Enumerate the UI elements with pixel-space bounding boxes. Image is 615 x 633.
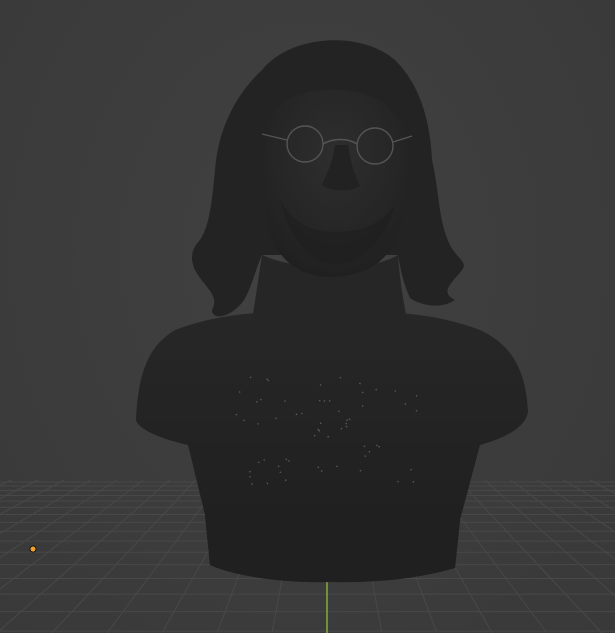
speckle: [319, 422, 322, 425]
grid-line: [510, 479, 615, 560]
speckle: [359, 382, 361, 385]
speckle: [328, 400, 331, 402]
viewport-canvas[interactable]: [0, 0, 615, 633]
speckle: [284, 479, 287, 482]
speckle: [249, 376, 252, 379]
speckle: [345, 422, 348, 425]
grid-line: [0, 479, 65, 515]
speckle: [320, 470, 323, 472]
speckle: [266, 378, 268, 380]
speckle: [404, 403, 407, 405]
speckle: [376, 444, 378, 447]
speckle: [323, 400, 326, 402]
grid-line: [0, 479, 39, 499]
speckle: [249, 476, 251, 478]
grid-line: [0, 479, 91, 535]
speckle: [345, 425, 348, 428]
speckle: [284, 400, 286, 402]
speckle: [319, 384, 322, 386]
origin-point-icon[interactable]: [29, 545, 37, 553]
speckle: [313, 434, 316, 437]
speckle: [327, 435, 329, 438]
speckle: [285, 458, 288, 461]
speckle: [267, 379, 270, 382]
speckle: [363, 445, 366, 447]
speckle: [394, 390, 397, 392]
speckle: [256, 401, 258, 403]
speckle: [301, 412, 303, 415]
speckle: [339, 376, 342, 379]
speckle: [243, 419, 245, 422]
speckle: [257, 461, 260, 464]
speckle: [249, 470, 251, 473]
speckle: [266, 482, 269, 485]
speckle: [375, 388, 377, 391]
speckle: [263, 459, 265, 461]
speckle: [348, 418, 351, 420]
speckle: [235, 413, 238, 416]
speckle: [415, 395, 418, 397]
speckle: [336, 465, 338, 468]
grid-line: [0, 479, 118, 559]
grid-line: [0, 479, 170, 632]
speckle: [238, 391, 241, 393]
speckle: [275, 417, 277, 420]
speckle: [359, 469, 362, 472]
speckle: [340, 427, 343, 430]
speckle: [317, 428, 320, 431]
speckle: [251, 483, 253, 485]
speckle: [361, 391, 364, 394]
speckle: [346, 419, 348, 421]
speckle: [361, 405, 364, 407]
speckle: [257, 423, 259, 425]
speckle: [368, 450, 371, 453]
3d-viewport[interactable]: [0, 0, 615, 633]
speckle: [338, 410, 340, 413]
grid-line: [484, 479, 615, 597]
speckle: [279, 471, 282, 474]
speckle: [277, 465, 280, 468]
speckle: [318, 399, 321, 402]
speckle: [415, 409, 418, 412]
grid-line: [536, 479, 615, 533]
speckle: [295, 413, 298, 416]
speckle: [260, 398, 262, 401]
speckle: [364, 455, 367, 457]
speckle: [410, 468, 412, 471]
speckle: [317, 466, 320, 469]
speckle: [378, 446, 380, 448]
speckle: [397, 480, 399, 483]
speckle: [412, 480, 415, 483]
speckle: [288, 460, 290, 462]
